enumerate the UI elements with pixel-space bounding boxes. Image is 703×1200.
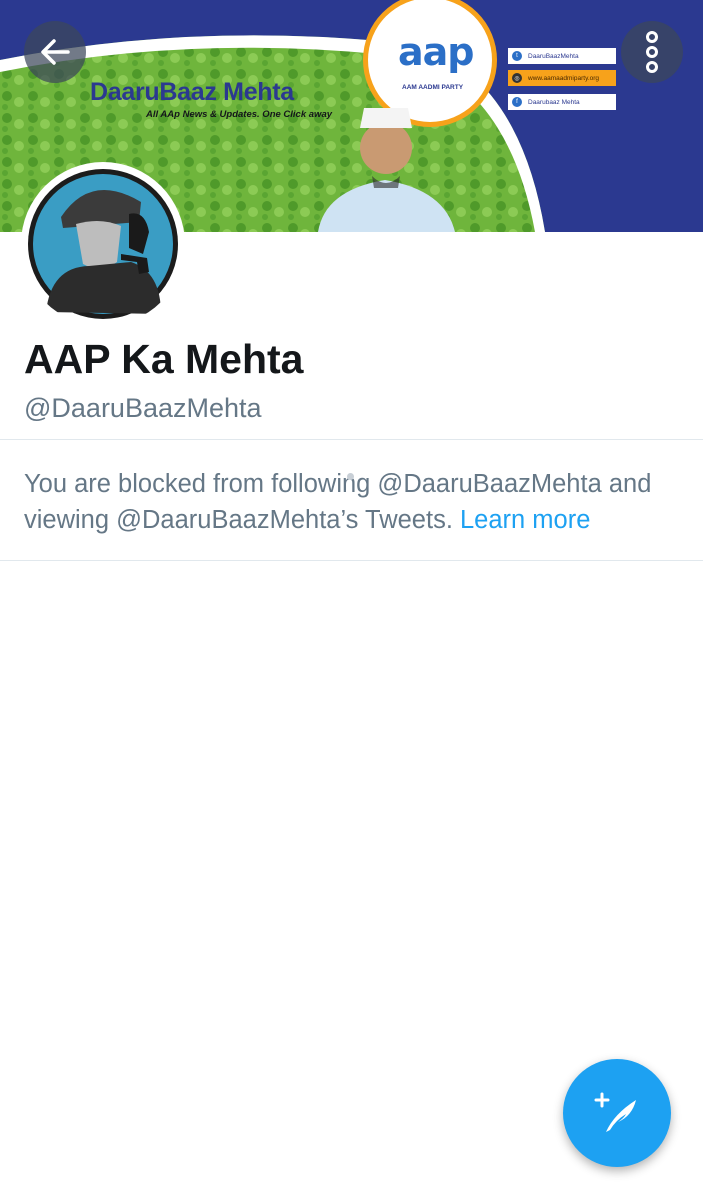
banner-tagline: All AAp News & Updates. One Click away <box>146 109 333 120</box>
compose-tweet-button[interactable] <box>563 1059 671 1167</box>
profile-avatar[interactable] <box>21 162 185 326</box>
avatar-image <box>28 169 178 319</box>
facebook-icon: f <box>512 97 522 107</box>
party-logo-subtext: AAM AADMI PARTY <box>402 84 464 91</box>
learn-more-link[interactable]: Learn more <box>460 506 590 534</box>
banner-social-facebook: f Daarubaaz Mehta <box>508 94 616 110</box>
profile-display-name: AAP Ka Mehta <box>24 336 304 382</box>
banner-social-label: Daarubaaz Mehta <box>528 98 580 106</box>
divider <box>0 560 703 561</box>
banner-social-twitter: t DaaruBaazMehta <box>508 48 616 64</box>
banner-social-label: DaaruBaazMehta <box>528 52 579 60</box>
back-arrow-icon <box>41 39 70 65</box>
twitter-icon: t <box>512 51 522 61</box>
compose-tweet-icon <box>594 1092 636 1132</box>
banner-social-label: www.aamaadmiparty.org <box>528 74 600 82</box>
banner-title: DaaruBaaz Mehta <box>90 78 294 106</box>
banner-social-website: ◎ www.aamaadmiparty.org <box>508 70 616 86</box>
globe-icon: ◎ <box>512 73 522 83</box>
party-logo-text: aap <box>398 30 474 74</box>
more-options-icon <box>646 31 658 73</box>
blocked-notice: You are blocked from following @DaaruBaa… <box>24 466 694 538</box>
divider <box>0 439 703 440</box>
scroll-indicator <box>347 473 354 480</box>
back-button[interactable] <box>24 21 86 83</box>
profile-handle: @DaaruBaazMehta <box>24 393 262 423</box>
more-options-button[interactable] <box>621 21 683 83</box>
